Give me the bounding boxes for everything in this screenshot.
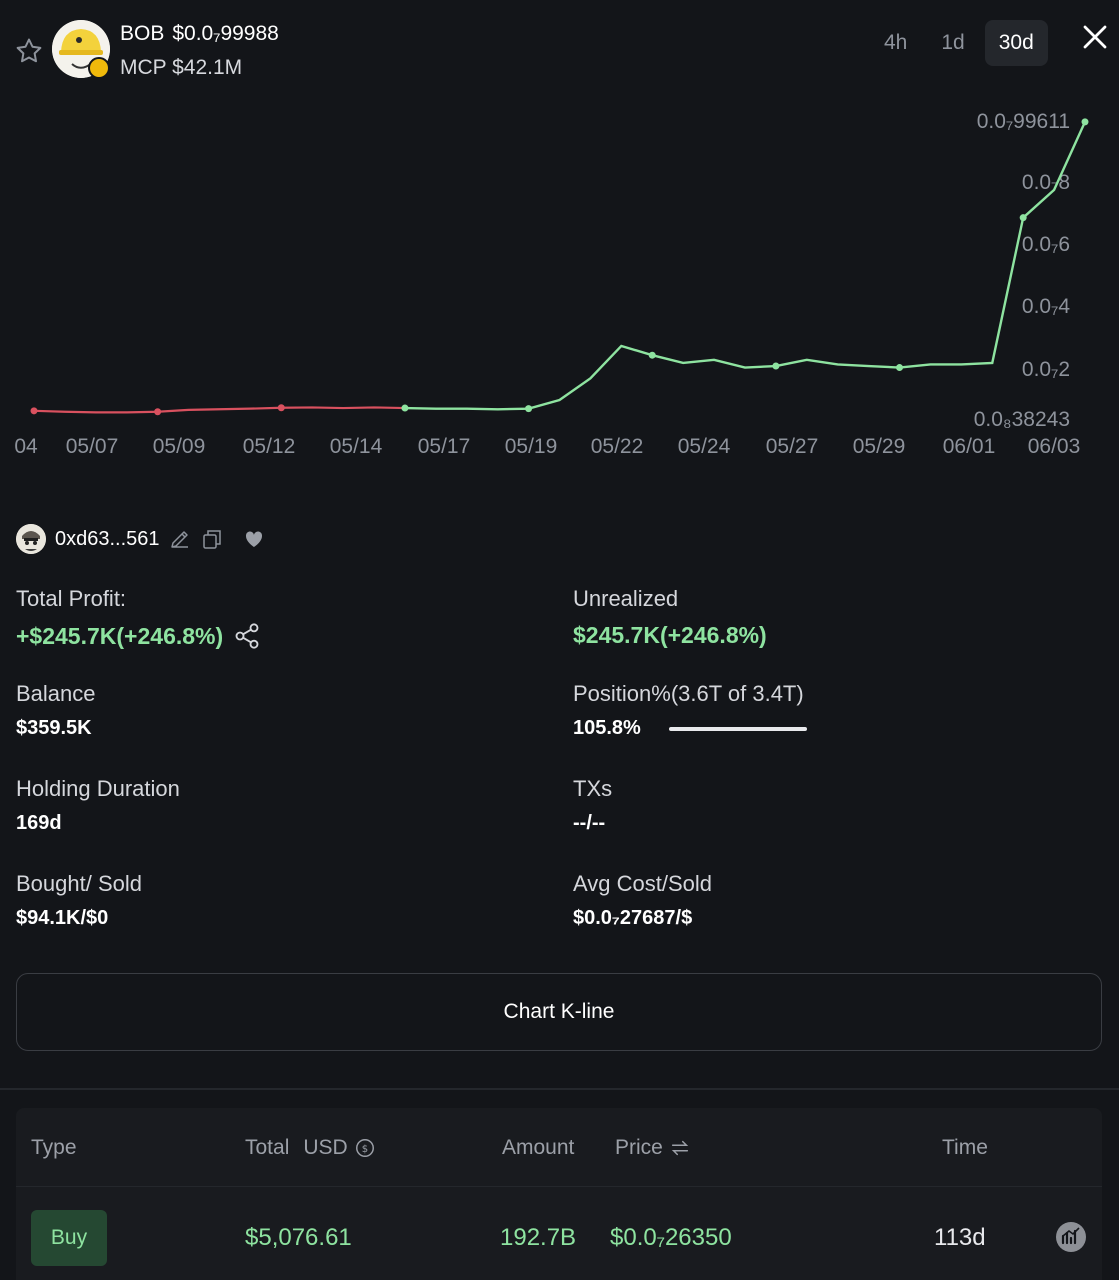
token-price: $0.0₇99988: [172, 22, 279, 45]
col-header-amount[interactable]: Amount: [502, 1136, 574, 1160]
data-point: [1081, 118, 1089, 126]
token-symbol: BOB: [120, 22, 165, 45]
col-header-type[interactable]: Type: [31, 1136, 77, 1160]
data-point: [772, 362, 780, 370]
data-point: [896, 364, 904, 372]
trade-amount: 192.7B: [500, 1224, 577, 1251]
x-tick-label: 06/03: [1028, 435, 1081, 458]
avatar: [16, 524, 46, 554]
holding-duration-value: 169d: [16, 812, 62, 834]
tab-4h[interactable]: 4h: [870, 20, 921, 66]
x-tick-label: 05/14: [330, 435, 383, 458]
token-header: BOB $0.0₇99988 MCP $42.1M 4h 1d 30d: [0, 0, 1119, 100]
stat-holding-duration: Holding Duration 169d: [16, 776, 536, 835]
y-tick-label: 0.0₇6: [1022, 233, 1070, 256]
x-tick-label: 05/12: [243, 435, 296, 458]
trade-type-badge: Buy: [31, 1210, 107, 1266]
total-profit-value: +$245.7K(+246.8%): [16, 622, 224, 649]
stat-balance: Balance $359.5K: [16, 681, 536, 740]
unrealized-value: $245.7K(+246.8%): [573, 622, 767, 648]
x-tick-label: 05/27: [766, 435, 819, 458]
stat-bought-sold: Bought/ Sold $94.1K/$0: [16, 871, 536, 930]
heart-icon[interactable]: [242, 527, 266, 551]
x-tick-label: 06/01: [943, 435, 996, 458]
stat-txs: TXs --/--: [573, 776, 1093, 835]
wallet-address: 0xd63...561: [55, 527, 160, 550]
chart-kline-button[interactable]: Chart K-line: [16, 973, 1102, 1051]
bought-sold-value: $94.1K/$0: [16, 907, 109, 929]
unrealized-label: Unrealized: [573, 586, 679, 611]
x-tick-label: 05/09: [153, 435, 206, 458]
col-header-total[interactable]: Total USD $: [245, 1136, 376, 1160]
y-tick-label: 0.0₇99611: [977, 110, 1070, 133]
swap-icon[interactable]: [669, 1137, 691, 1159]
data-point: [154, 408, 162, 416]
stat-unrealized: Unrealized $245.7K(+246.8%): [573, 586, 1093, 649]
position-label: Position%(3.6T of 3.4T): [573, 681, 804, 706]
header-separator: [16, 1186, 1102, 1187]
currency-toggle-icon[interactable]: $: [354, 1137, 376, 1159]
data-point: [648, 351, 656, 359]
x-tick-label: 05/22: [591, 435, 644, 458]
tab-1d[interactable]: 1d: [927, 20, 978, 66]
trade-time: 113d: [934, 1224, 986, 1251]
data-point: [525, 405, 533, 413]
price-chart[interactable]: 0.0₇99611 0.0₇8 0.0₇6 0.0₇4 0.0₇2 0.0₈38243 0…: [0, 100, 1119, 470]
usd-toggle-label[interactable]: USD: [303, 1136, 347, 1160]
close-icon[interactable]: [1080, 22, 1110, 52]
y-tick-label: 0.0₇8: [1022, 171, 1070, 194]
trade-total: $5,076.61: [245, 1224, 352, 1251]
tab-30d[interactable]: 30d: [984, 20, 1048, 66]
trader-chart-icon[interactable]: [1056, 1222, 1086, 1252]
trade-price: $0.0₇26350: [610, 1224, 732, 1251]
x-tick-label: 05/24: [678, 435, 731, 458]
balance-value: $359.5K: [16, 717, 92, 739]
section-divider: [0, 1088, 1119, 1090]
price-line-down: [33, 406, 405, 414]
holding-duration-label: Holding Duration: [16, 776, 180, 801]
star-icon[interactable]: [14, 36, 44, 66]
x-tick-label: 05/17: [418, 435, 471, 458]
txs-value: --/--: [573, 812, 606, 834]
price-header-label: Price: [615, 1136, 663, 1159]
stat-total-profit: Total Profit: +$245.7K(+246.8%): [16, 586, 536, 650]
y-tick-label: 0.0₈38243: [974, 408, 1070, 431]
y-tick-label: 0.0₇4: [1022, 295, 1070, 318]
balance-label: Balance: [16, 681, 96, 706]
x-tick-label: 05/19: [505, 435, 558, 458]
data-point: [1019, 214, 1027, 222]
stat-avg-cost: Avg Cost/Sold $0.0₇27687/$: [573, 871, 1093, 930]
col-header-time[interactable]: Time: [942, 1136, 988, 1160]
market-cap: MCP $42.1M: [120, 56, 243, 79]
share-icon[interactable]: [233, 622, 261, 650]
trades-table: Type Total USD $ Amount Price Time Buy $…: [16, 1108, 1102, 1280]
svg-text:$: $: [361, 1144, 367, 1155]
total-header-label: Total: [245, 1136, 290, 1159]
token-title: BOB $0.0₇99988: [120, 22, 279, 46]
price-line-up: [404, 121, 1087, 411]
y-tick-label: 0.0₇2: [1022, 358, 1070, 381]
txs-label: TXs: [573, 776, 613, 801]
position-value: 105.8%: [573, 717, 641, 739]
total-profit-label: Total Profit:: [16, 586, 127, 611]
x-tick-label: 05/07: [66, 435, 119, 458]
col-header-price[interactable]: Price: [615, 1136, 691, 1160]
wallet-row: 0xd63...561: [16, 522, 266, 556]
timeframe-selector: 4h 1d 30d: [870, 20, 1048, 66]
bsc-chain-icon: [88, 57, 110, 79]
avg-cost-label: Avg Cost/Sold: [573, 871, 713, 896]
data-point: [30, 407, 38, 415]
position-progress-bar: [668, 726, 807, 731]
avg-cost-value: $0.0₇27687/$: [573, 907, 693, 929]
data-point: [277, 404, 285, 412]
data-point: [401, 404, 409, 412]
copy-icon[interactable]: [200, 527, 224, 551]
stat-position: Position%(3.6T of 3.4T) 105.8%: [573, 681, 1093, 740]
bought-sold-label: Bought/ Sold: [16, 871, 142, 896]
x-tick-label: 04: [14, 435, 38, 458]
edit-icon[interactable]: [168, 527, 192, 551]
x-tick-label: 05/29: [853, 435, 906, 458]
